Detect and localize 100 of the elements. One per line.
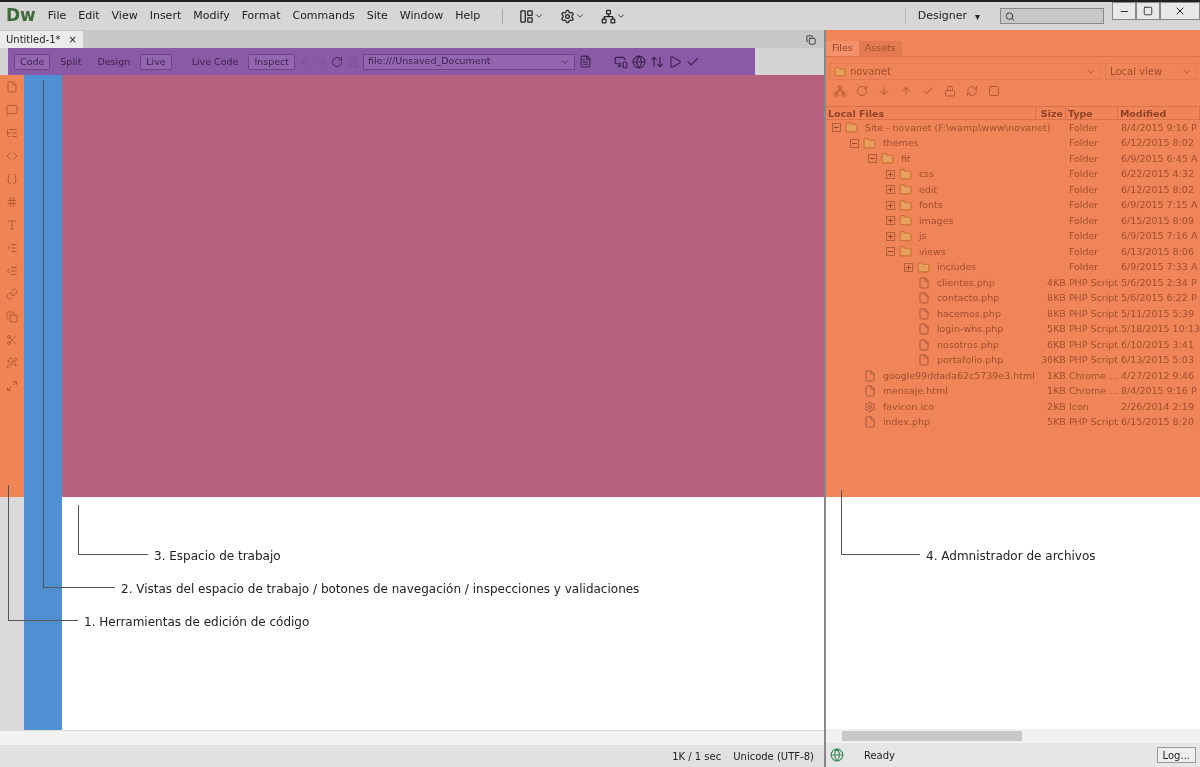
menu-item[interactable]: Modify [187,7,236,25]
expand-icon[interactable] [885,169,895,179]
maximize-icon[interactable] [6,380,18,392]
expand-icon[interactable] [885,200,895,210]
indent-icon[interactable] [6,242,18,254]
collapse-icon[interactable] [885,247,895,257]
menu-item[interactable]: Commands [286,7,361,25]
code-icon[interactable] [6,150,18,162]
file-row[interactable]: fonts Folder 6/9/2015 7:15 A [825,197,1200,213]
expand-icon[interactable] [885,231,895,241]
link-icon[interactable] [6,288,18,300]
modified-date: 5/11/2015 5:39 [1120,307,1194,319]
menu-item[interactable]: File [41,7,73,25]
collapse-icon[interactable] [849,138,859,148]
menu-item[interactable]: Help [449,7,487,25]
sync-icon[interactable] [965,85,978,97]
settings-icon[interactable] [560,8,576,24]
collapse-icon[interactable] [831,123,841,133]
file-row[interactable]: edit Folder 6/12/2015 8:02 [825,182,1200,198]
file-row[interactable]: google99ddada62c5739e3.html 1KB Chrome ... 4/27/2012 9:46 [825,368,1200,384]
workspace-switcher[interactable]: Designer ▾ [904,7,992,25]
file-row[interactable]: login-whs.php 5KB PHP Script 5/18/2015 10:13 [825,321,1200,337]
view-button[interactable]: Live Code [185,53,245,70]
file-name: views [918,244,946,259]
file-row[interactable]: mensaje.html 1KB Chrome ... 8/4/2015 9:16 P [825,383,1200,399]
file-row[interactable]: portafolio.php 36KB PHP Script 6/13/2015 5:03 [825,352,1200,368]
lock-icon[interactable] [943,85,956,97]
view-button[interactable]: Code [14,53,51,70]
close-tab-icon[interactable]: × [68,32,77,47]
expand-icon[interactable] [903,262,913,272]
column-header[interactable]: Size [1035,107,1066,119]
restore-icon[interactable] [805,35,816,45]
panel-tab[interactable]: Assets [858,41,902,56]
address-field[interactable]: file:///Unsaved_Document [363,53,575,70]
file-row[interactable]: hacemos.php 8KB PHP Script 5/11/2015 5:39 [825,306,1200,322]
globe-icon[interactable] [632,54,646,69]
menu-item[interactable]: Format [235,7,287,25]
maximize-button[interactable] [1136,2,1160,20]
menu-item[interactable]: Edit [72,7,106,25]
comment-icon[interactable] [6,104,18,116]
refresh-icon[interactable] [331,55,343,68]
file-row[interactable]: themes Folder 6/12/2015 8:02 [825,135,1200,151]
view-button[interactable]: Live [140,53,172,70]
document-icon[interactable] [579,55,592,68]
horizontal-scrollbar[interactable] [825,729,1200,743]
collapse-icon[interactable] [867,154,877,164]
file-row[interactable]: clientes.php 4KB PHP Script 5/6/2015 2:34 P [825,275,1200,291]
column-header[interactable]: Local Files [825,107,1036,119]
expand-icon[interactable] [885,185,895,195]
scissors-icon[interactable] [6,334,18,346]
menu-item[interactable]: Site [360,7,394,25]
document-tab[interactable]: Untitled-1* × [0,31,83,48]
log-button[interactable]: Log... [1156,747,1196,763]
horizontal-scrollbar[interactable] [0,730,824,745]
file-row[interactable]: favicon.ico 2KB Icon 2/26/2014 2:19 [825,399,1200,415]
arrows-icon[interactable] [650,54,664,69]
network-icon[interactable] [601,8,617,24]
expand-icon[interactable] [885,216,895,226]
file-row[interactable]: views Folder 6/13/2015 8:06 [825,244,1200,260]
type-icon[interactable] [6,219,18,231]
file-row[interactable]: Site - novanet (F:\wamp\www\novanet) Folder 8/4/2015 9:16 P [825,120,1200,136]
copy-icon[interactable] [6,311,18,323]
file-row[interactable]: index.php 5KB PHP Script 6/15/2015 8:20 [825,414,1200,430]
panel-tab[interactable]: Files [825,41,859,56]
devices-icon[interactable] [614,54,628,69]
view-dropdown[interactable]: Local view [1105,63,1197,80]
put-files-icon[interactable] [899,85,912,97]
check-icon[interactable] [921,85,934,97]
close-button[interactable] [1160,2,1200,20]
file-row[interactable]: css Folder 6/22/2015 4:32 [825,166,1200,182]
column-header[interactable]: Modified [1117,107,1200,119]
refresh-icon[interactable] [855,85,868,97]
view-button[interactable]: Design [91,53,137,70]
file-row[interactable]: images Folder 6/15/2015 8:09 [825,213,1200,229]
outdent-icon[interactable] [6,265,18,277]
play-icon[interactable] [668,54,682,69]
tree-icon[interactable] [6,127,18,139]
search-field[interactable] [1000,8,1104,24]
layout-icon[interactable] [519,8,535,24]
menu-item[interactable]: View [105,7,144,25]
modified-date: 2/26/2014 2:19 [1120,400,1194,412]
hash-icon[interactable] [6,196,18,208]
wand-icon[interactable] [6,357,18,369]
file-row[interactable]: includes Folder 6/9/2015 7:33 A [825,259,1200,275]
get-files-icon[interactable] [877,85,890,97]
file-row[interactable]: js Folder 6/9/2015 7:16 A [825,228,1200,244]
page-icon[interactable] [6,81,18,93]
braces-icon[interactable] [6,173,18,185]
site-dropdown[interactable]: novanet [828,63,1101,80]
view-button[interactable]: Split [54,53,88,70]
expand-panel-icon[interactable] [987,85,1000,97]
column-header[interactable]: Type [1065,107,1118,119]
minimize-button[interactable] [1112,2,1136,20]
view-button[interactable]: Inspect [248,53,295,70]
menu-item[interactable]: Window [393,7,450,25]
menu-item[interactable]: Insert [143,7,188,25]
file-row[interactable]: fit Folder 6/9/2015 6:45 A [825,151,1200,167]
file-row[interactable]: nosotros.php 6KB PHP Script 6/10/2015 3:41 [825,337,1200,353]
connect-icon[interactable] [833,85,846,97]
file-row[interactable]: contacto.php 8KB PHP Script 5/6/2015 6:22 P [825,290,1200,306]
